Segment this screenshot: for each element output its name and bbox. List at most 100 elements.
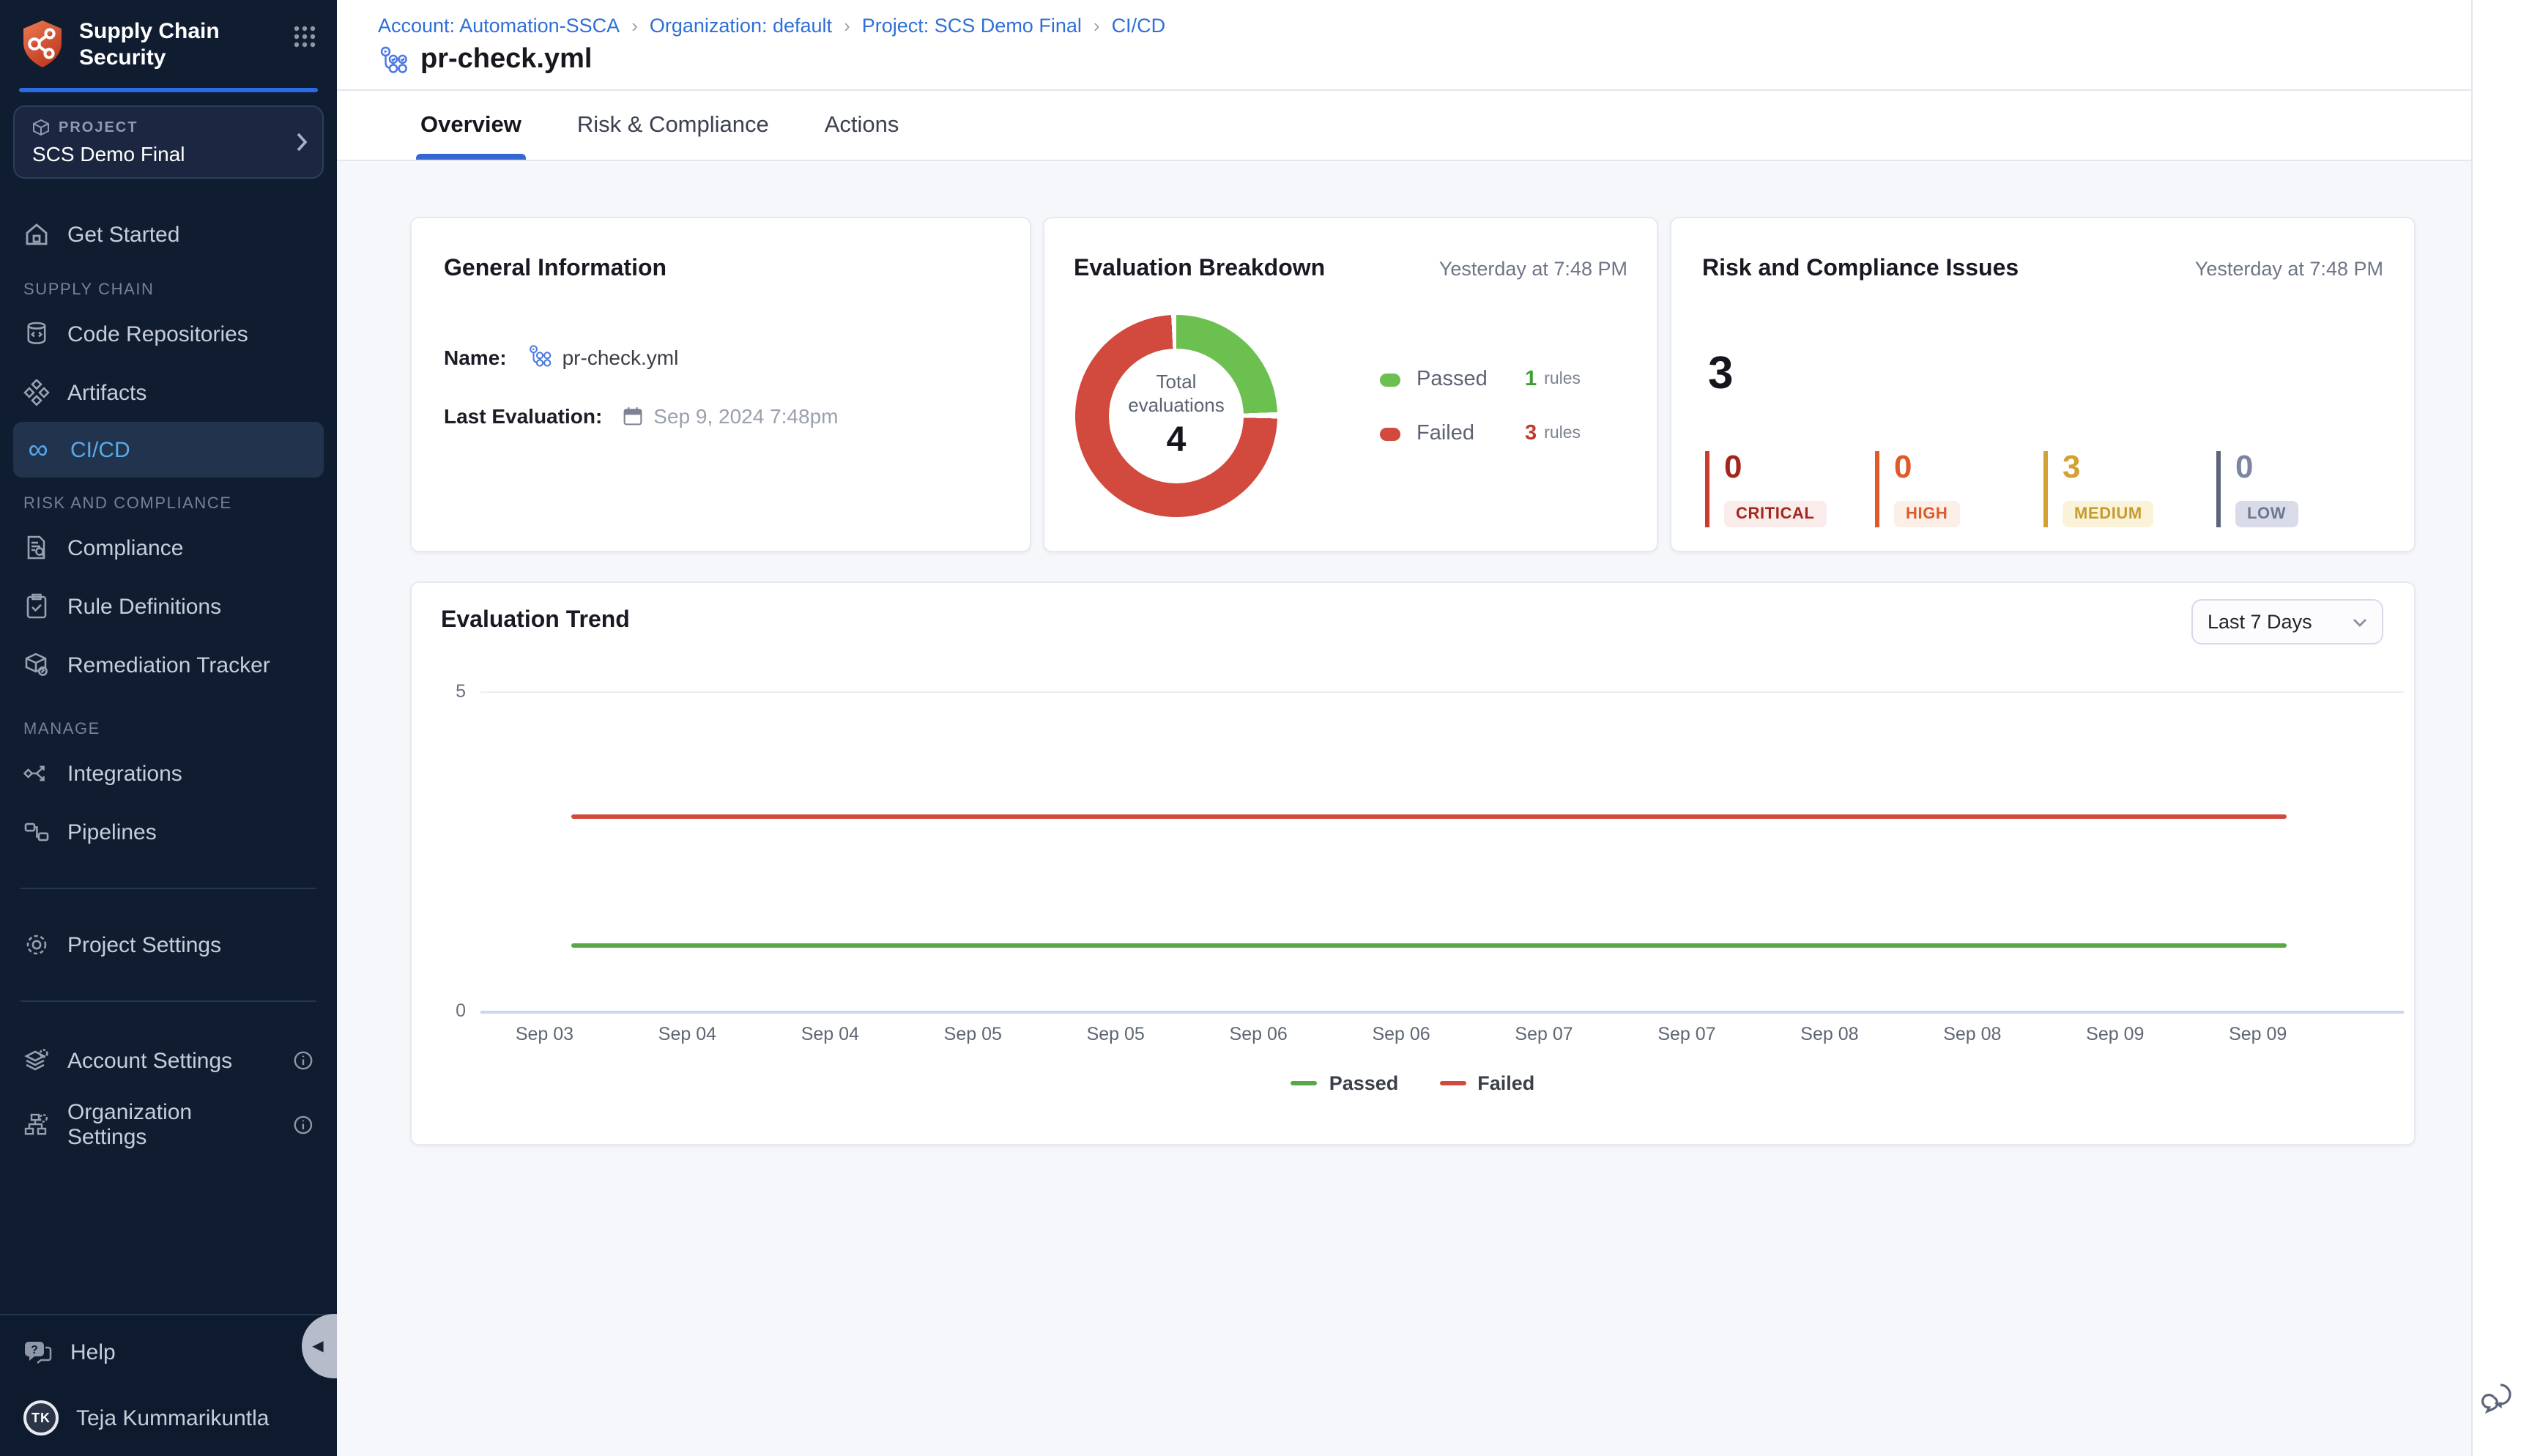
severity-low: 0 LOW: [2216, 451, 2298, 527]
total-evaluations-value: 4: [1167, 421, 1187, 462]
chevron-right-icon: ›: [631, 15, 638, 37]
donut-legend: Passed 1 rules Failed 3 rules: [1380, 368, 1581, 445]
sidebar-item-pipelines[interactable]: Pipelines: [0, 803, 337, 862]
y-axis-tick-0: 0: [437, 1000, 466, 1021]
chevron-right-icon: ›: [844, 15, 850, 37]
severity-medium: 3 MEDIUM: [2043, 451, 2154, 527]
help-chat-icon: ?: [23, 1339, 53, 1365]
severity-high: 0 HIGH: [1875, 451, 1959, 527]
sidebar-item-account-settings[interactable]: Account Settings: [0, 1029, 337, 1093]
project-selector[interactable]: PROJECT SCS Demo Final: [13, 106, 324, 179]
sidebar-item-rule-definitions[interactable]: Rule Definitions: [0, 578, 337, 636]
pipelines-icon: [23, 820, 50, 846]
x-axis-line: [480, 1011, 2404, 1014]
legend-passed: Passed: [1291, 1072, 1399, 1094]
tab-overview[interactable]: Overview: [420, 91, 521, 160]
sidebar-item-get-started[interactable]: Get Started: [0, 206, 337, 264]
main-area: Account: Automation-SSCA › Organization:…: [337, 0, 2471, 1456]
sidebar-item-remediation-tracker[interactable]: Remediation Tracker: [0, 636, 337, 695]
evaluation-breakdown-card: Evaluation Breakdown Yesterday at 7:48 P…: [1043, 217, 1658, 552]
total-issues-value: 3: [1708, 347, 1734, 400]
code-repository-icon: [23, 322, 50, 348]
overview-content: General Information Name:: [337, 161, 2471, 1456]
supply-chain-security-logo-icon: [21, 19, 64, 69]
card-title: Risk and Compliance Issues: [1702, 256, 2019, 283]
breadcrumb-project-link[interactable]: Project: SCS Demo Final: [862, 15, 1082, 37]
sidebar-item-project-settings[interactable]: Project Settings: [0, 916, 337, 975]
summary-cards-row: General Information Name:: [410, 217, 2416, 552]
passed-line-icon: [1291, 1081, 1318, 1085]
breadcrumb-cicd-link[interactable]: CI/CD: [1112, 15, 1166, 37]
title-row: pr-check.yml: [378, 44, 2471, 76]
brand-accent-line: [19, 89, 318, 93]
sidebar-item-organization-settings[interactable]: Organization Settings: [0, 1093, 337, 1158]
severity-badge: HIGH: [1894, 501, 1959, 527]
section-supply-chain: SUPPLY CHAIN: [0, 264, 337, 305]
legend-failed: Failed: [1439, 1072, 1534, 1094]
last-evaluation-value: Sep 9, 2024 7:48pm: [623, 404, 838, 428]
breadcrumb-organization-link[interactable]: Organization: default: [650, 15, 832, 37]
sidebar-item-compliance[interactable]: Compliance: [0, 519, 337, 578]
artifacts-icon: [23, 380, 50, 406]
tab-actions[interactable]: Actions: [825, 91, 899, 160]
risk-compliance-issues-card: Risk and Compliance Issues Yesterday at …: [1670, 217, 2416, 552]
y-axis-tick-5: 5: [437, 681, 466, 702]
user-name: Teja Kummarikuntla: [76, 1405, 269, 1430]
section-risk-and-compliance: RISK AND COMPLIANCE: [0, 478, 337, 519]
legend-failed-row: Failed 3 rules: [1380, 422, 1581, 445]
clipboard-check-icon: [23, 594, 50, 620]
last-evaluation-row: Last Evaluation: Sep 9, 2024 7:48pm: [444, 404, 998, 428]
sidebar-divider: [21, 888, 316, 890]
time-range-select[interactable]: Last 7 Days: [2191, 599, 2383, 645]
cube-icon: [32, 119, 50, 137]
tab-bar: Overview Risk & Compliance Actions: [337, 91, 2471, 161]
breadcrumb-account-link[interactable]: Account: Automation-SSCA: [378, 15, 620, 37]
name-row: Name: pr-check.yml: [444, 344, 998, 369]
chevron-right-icon: [296, 133, 308, 153]
failed-count: 3: [1525, 422, 1537, 445]
collapse-arrow-icon: ◀: [312, 1338, 323, 1354]
sidebar-divider: [21, 1001, 316, 1003]
failed-trend-line: [571, 814, 2287, 819]
card-title: General Information: [444, 256, 998, 283]
sidebar-item-help[interactable]: ? Help: [23, 1339, 313, 1365]
app-window: Supply Chain Security PROJECT: [0, 0, 2521, 1456]
project-label: PROJECT: [32, 119, 305, 137]
sidebar: Supply Chain Security PROJECT: [0, 0, 337, 1456]
sidebar-item-cicd[interactable]: ∞ CI/CD: [13, 423, 324, 478]
page-title: pr-check.yml: [420, 44, 592, 76]
avatar: TK: [23, 1400, 59, 1435]
card-title: Evaluation Trend: [441, 608, 630, 634]
tab-risk-compliance[interactable]: Risk & Compliance: [577, 91, 769, 160]
home-icon: [23, 222, 50, 248]
info-icon[interactable]: [293, 1115, 313, 1136]
trend-legend: Passed Failed: [412, 1072, 2414, 1094]
severity-badge: LOW: [2235, 501, 2298, 527]
general-information-card: General Information Name:: [410, 217, 1031, 552]
failed-line-icon: [1439, 1081, 1466, 1085]
support-chat-icon[interactable]: [2481, 1381, 2517, 1415]
evaluation-trend-card: Evaluation Trend Last 7 Days 5 0 Sep 03 …: [410, 582, 2416, 1145]
passed-dot-icon: [1380, 373, 1400, 386]
card-timestamp: Yesterday at 7:48 PM: [2195, 258, 2383, 280]
sidebar-item-artifacts[interactable]: Artifacts: [0, 364, 337, 423]
app-grid-icon[interactable]: [293, 25, 316, 48]
info-icon[interactable]: [293, 1051, 313, 1071]
donut-center: Total evaluations 4: [1075, 315, 1277, 517]
workflow-icon: [378, 45, 409, 75]
organization-gear-icon: [23, 1113, 50, 1139]
name-value: pr-check.yml: [527, 344, 679, 369]
breadcrumb: Account: Automation-SSCA › Organization:…: [378, 15, 2471, 37]
card-title: Evaluation Breakdown: [1074, 256, 1325, 283]
sidebar-item-code-repositories[interactable]: Code Repositories: [0, 305, 337, 364]
infinity-icon: ∞: [23, 437, 53, 464]
layers-gear-icon: [23, 1048, 50, 1074]
sidebar-item-integrations[interactable]: Integrations: [0, 745, 337, 803]
section-manage: MANAGE: [0, 695, 337, 745]
page-header: Account: Automation-SSCA › Organization:…: [337, 0, 2471, 91]
x-axis-ticks: Sep 03 Sep 04 Sep 04 Sep 05 Sep 05 Sep 0…: [473, 1024, 2329, 1044]
remediation-box-icon: [23, 653, 50, 679]
passed-trend-line: [571, 943, 2287, 948]
svg-text:?: ?: [31, 1344, 38, 1356]
user-menu[interactable]: TK Teja Kummarikuntla: [23, 1400, 313, 1435]
